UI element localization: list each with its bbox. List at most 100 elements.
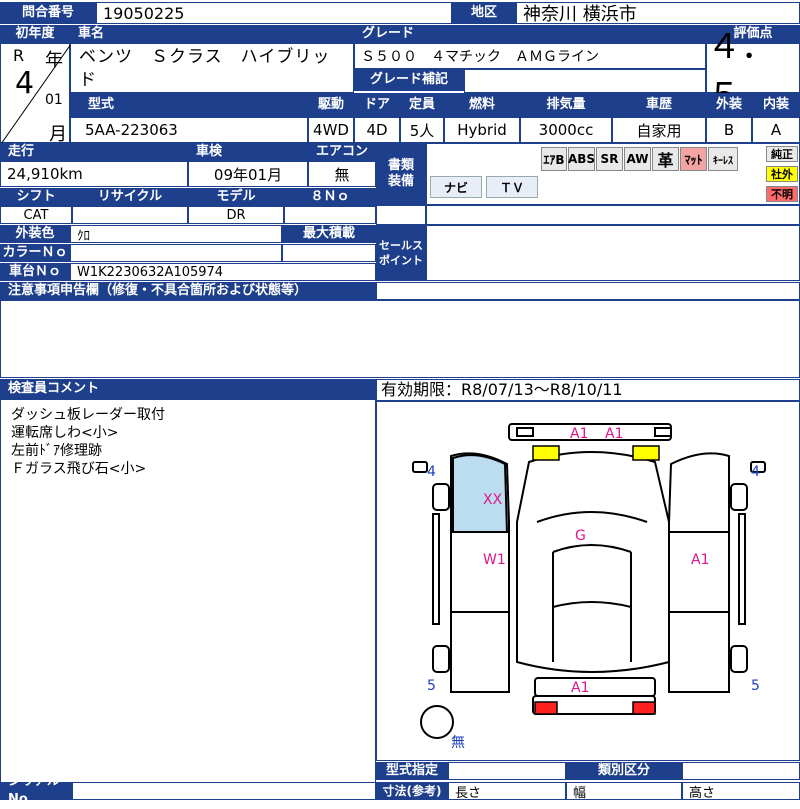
- comment-line: Ｆガラス飛び石<小>: [11, 461, 147, 477]
- mileage-value: 24,910km: [0, 161, 188, 187]
- month-number: 01: [45, 92, 63, 108]
- year-char: 年: [45, 50, 63, 71]
- mark-w1: W1: [483, 552, 506, 568]
- spare-tire-mark: 無: [451, 735, 465, 751]
- score-value: ４．５: [706, 27, 800, 116]
- exterior-color-label: 外装色: [0, 225, 70, 243]
- year-era: R: [13, 46, 25, 65]
- mark-a1-front-right: A1: [605, 426, 624, 442]
- airbag-badge: ｴｱB: [541, 147, 567, 171]
- mileage-label: 走行: [0, 143, 188, 161]
- fuel-value: Hybrid: [444, 117, 520, 143]
- shift-value: CAT: [0, 206, 72, 224]
- notes-label-ext: [376, 282, 800, 300]
- validity-period: 有効期限：R8/07/13～R8/10/11: [376, 379, 800, 401]
- category-label: 類別区分: [566, 762, 682, 780]
- tire-rear-left: 5: [427, 678, 436, 694]
- eight-no-label: ８Ｎｏ: [284, 188, 376, 206]
- first-registration-label: 初年度: [0, 25, 70, 43]
- interior-grade-value: A: [752, 117, 800, 143]
- model-code-value: 5AA-223063: [70, 117, 308, 143]
- car-name-value: ベンツ Ｓクラス ハイブリッド: [70, 43, 354, 93]
- doors-value: 4D: [354, 117, 400, 143]
- grade-supplement-value: [464, 69, 706, 93]
- width-label: 幅: [566, 782, 682, 801]
- exterior-grade-label: 外装: [706, 93, 752, 117]
- grade-value: Ｓ５００ ４マチック ＡＭＧライン: [354, 43, 706, 69]
- drive-value: 4WD: [308, 117, 354, 143]
- car-outline: [412, 423, 766, 739]
- notes-area: [0, 300, 800, 378]
- capacity-label: 定員: [400, 93, 444, 117]
- year-number: 4: [15, 66, 35, 101]
- model-spec-label: 型式指定: [376, 762, 448, 780]
- dimensions-label: 寸法(参考): [376, 782, 448, 800]
- status-unknown: 不明: [766, 186, 798, 202]
- keyless-badge: ｷｰﾚｽ: [708, 147, 738, 171]
- shift-label: シフト: [0, 188, 72, 206]
- chassis-number-label: 車台Ｎｏ: [0, 263, 70, 281]
- tire-front-right: 4: [751, 464, 760, 480]
- aircon-value: 無: [308, 161, 376, 187]
- mark-a1-right: A1: [691, 552, 710, 568]
- chassis-number-value: W1K2230632A105974: [70, 263, 376, 281]
- car-name-label: 車名: [70, 25, 354, 43]
- drive-label: 駆動: [308, 93, 354, 117]
- tire-front-left: 4: [427, 464, 436, 480]
- max-load-label: 最大積載: [282, 225, 376, 243]
- history-label: 車歴: [612, 93, 706, 117]
- max-load-value: [282, 244, 376, 262]
- documents-equipment-label: 書類装備: [376, 143, 426, 205]
- comment-line: 運転席しわ<小>: [11, 425, 119, 441]
- length-label: 長さ: [448, 782, 566, 801]
- fuel-label: 燃料: [444, 93, 520, 117]
- mark-a1-rear: A1: [571, 680, 590, 696]
- model-value: DR: [188, 206, 284, 224]
- comment-line: ダッシュ板レーダー取付: [11, 407, 165, 423]
- sales-point-label: セールスポイント: [376, 225, 426, 281]
- alloy-wheel-badge: AW: [624, 147, 651, 171]
- leather-badge: 革: [652, 147, 679, 171]
- model-spec-value: [448, 762, 566, 780]
- exterior-color-value: ｸﾛ: [70, 225, 282, 244]
- grade-supplement-label: グレード補記: [354, 69, 464, 91]
- damage-diagram: A1 A1 XX G W1 A1 A1 4 4 5 5 無: [376, 401, 800, 761]
- capacity-value: 5人: [400, 117, 444, 143]
- inspector-comment-area: ダッシュ板レーダー取付 運転席しわ<小> 左前ﾄﾞｱ修理跡 Ｆガラス飛び石<小>: [0, 399, 376, 785]
- abs-badge: ABS: [568, 147, 595, 171]
- region-label: 地区: [452, 2, 516, 24]
- year-block: R 年 4 01 月: [0, 43, 71, 145]
- model-code-label: 型式: [70, 93, 308, 117]
- spacer-cell: [376, 205, 426, 225]
- interior-grade-label: 内装: [752, 93, 800, 117]
- inquiry-number-label: 問合番号: [0, 2, 96, 24]
- mark-xx: XX: [483, 492, 503, 508]
- height-label: 高さ: [682, 782, 800, 801]
- inquiry-number-value: 19050225: [96, 2, 452, 24]
- displacement-label: 排気量: [520, 93, 612, 117]
- inspector-comment-label: 検査員コメント: [0, 379, 376, 399]
- mat-badge: ﾏｯﾄ: [680, 147, 707, 171]
- serial-number-value: [72, 782, 376, 800]
- color-number-label: カラーＮｏ: [0, 244, 70, 262]
- recycle-value: [72, 206, 188, 224]
- recycle-label: リサイクル: [72, 188, 188, 206]
- aircon-label: エアコン: [308, 143, 376, 161]
- sales-point-value: [426, 225, 800, 281]
- comment-line: 左前ﾄﾞｱ修理跡: [11, 443, 102, 459]
- tv-button: ＴＶ: [486, 176, 538, 198]
- notes-label: 注意事項申告欄（修復・不具合箇所および状態等）: [0, 282, 376, 300]
- equipment-extra: [426, 205, 800, 225]
- navi-button: ナビ: [430, 176, 482, 198]
- doors-label: ドア: [354, 93, 400, 117]
- model-label: モデル: [188, 188, 284, 206]
- tire-rear-right: 5: [751, 678, 760, 694]
- color-number-value: [70, 244, 282, 262]
- inspection-label: 車検: [188, 143, 308, 161]
- grade-label: グレード: [354, 25, 706, 43]
- history-value: 自家用: [612, 117, 706, 143]
- sunroof-badge: SR: [596, 147, 623, 171]
- inspection-value: 09年01月: [188, 161, 308, 187]
- mark-g: G: [575, 528, 586, 544]
- exterior-grade-value: B: [706, 117, 752, 143]
